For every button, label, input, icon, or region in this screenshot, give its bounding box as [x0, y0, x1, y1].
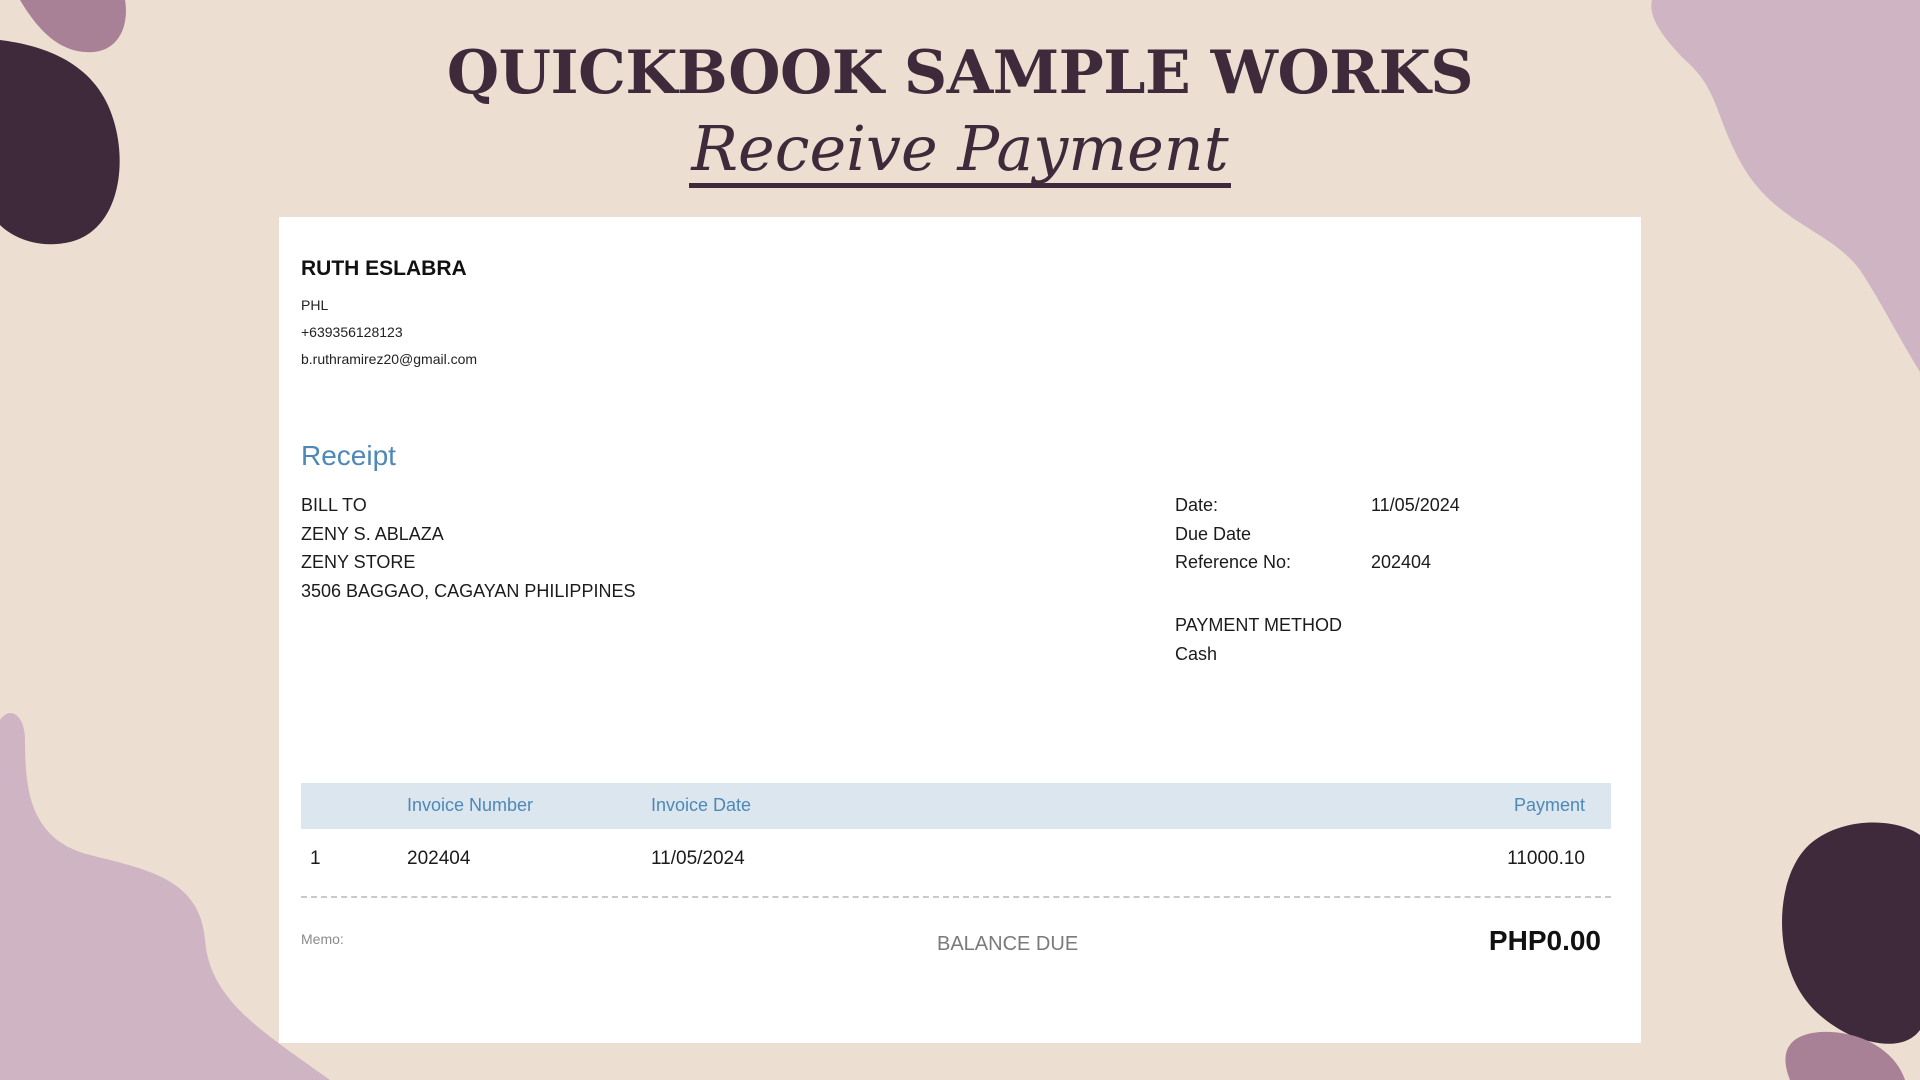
- company-phone: +639356128123: [301, 324, 403, 340]
- reference-value: 202404: [1371, 552, 1432, 572]
- page-subtitle-text: Receive Payment: [689, 115, 1231, 188]
- balance-due-value: PHP0.00: [1488, 925, 1601, 956]
- column-header-invoice-number: Invoice Number: [407, 795, 534, 815]
- company-country: PHL: [301, 297, 329, 313]
- bill-to-name: ZENY S. ABLAZA: [301, 524, 444, 544]
- memo-label: Memo:: [301, 931, 344, 947]
- payment-table-header: Invoice Number Invoice Date Payment: [301, 783, 1611, 829]
- decorative-blob-bottom-right: [1782, 822, 1920, 1080]
- row-payment: 11000.10: [1507, 848, 1585, 869]
- bill-to-label: BILL TO: [301, 495, 367, 515]
- date-value: 11/05/2024: [1371, 495, 1460, 515]
- column-header-payment: Payment: [1513, 795, 1585, 815]
- page-title: QUICKBOOK SAMPLE WORKS: [446, 38, 1474, 108]
- company-name: RUTH ESLABRA: [301, 257, 467, 280]
- due-date-label: Due Date: [1175, 524, 1252, 544]
- row-index: 1: [310, 848, 321, 869]
- column-header-invoice-date: Invoice Date: [651, 795, 752, 815]
- table-divider: [301, 896, 1611, 898]
- row-invoice-number: 202404: [407, 848, 471, 869]
- receipt-document: RUTH ESLABRA PHL +639356128123 b.ruthram…: [279, 217, 1641, 1043]
- payment-method-label: PAYMENT METHOD: [1175, 615, 1343, 635]
- payment-method-value: Cash: [1175, 644, 1218, 664]
- page-subtitle: Receive Payment: [0, 112, 1920, 188]
- row-invoice-date: 11/05/2024: [651, 848, 745, 869]
- document-type-heading: Receipt: [301, 440, 396, 471]
- bill-to-store: ZENY STORE: [301, 552, 416, 572]
- bill-to-address: 3506 BAGGAO, CAGAYAN PHILIPPINES: [301, 581, 636, 601]
- reference-label: Reference No:: [1175, 552, 1292, 572]
- company-email: b.ruthramirez20@gmail.com: [301, 351, 478, 367]
- date-label: Date:: [1175, 495, 1219, 515]
- balance-due-label: BALANCE DUE: [937, 933, 1079, 955]
